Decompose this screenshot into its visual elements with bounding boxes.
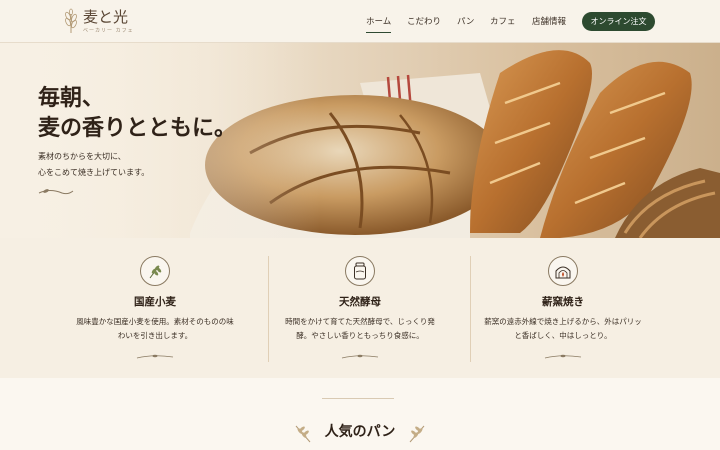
wheat-icon: [409, 425, 425, 443]
feature-desc-line1: 時間をかけて育てた天然酵母で、じっくり発: [285, 317, 435, 326]
jar-icon: [345, 256, 375, 286]
nav-item-cafe[interactable]: カフェ: [490, 15, 516, 27]
nav-item-kodawari[interactable]: こだわり: [407, 15, 441, 27]
logo[interactable]: 麦と光 ベーカリー カフェ: [62, 8, 134, 34]
leaf-ornament-icon: [136, 354, 174, 359]
leaf-ornament-icon: [341, 354, 379, 359]
feature-desc-line1: 薪窯の遠赤外線で焼き上げるから、外はパリッ: [484, 317, 642, 326]
feature-title: 薪窯焼き: [542, 296, 584, 308]
section-divider: [322, 398, 394, 399]
feature-card-oven: 薪窯焼き 薪窯の遠赤外線で焼き上げるから、外はパリッ と香ばしく、中はしっとり。: [463, 256, 663, 365]
brand-tagline: ベーカリー カフェ: [83, 27, 134, 34]
feature-card-yeast: 天然酵母 時間をかけて育てた天然酵母で、じっくり発 酵。やさしい香りともっちり食…: [260, 256, 460, 365]
feature-desc-line2: 酵。やさしい香りともっちり食感に。: [296, 331, 424, 340]
hero-desc-line2: 心をこめて焼き上げています。: [38, 168, 150, 177]
hero-desc-line1: 素材のちからを大切に、: [38, 152, 126, 161]
features-section: 国産小麦 風味豊かな国産小麦を使用。素材そのものの味 わいを引き出します。 天然…: [0, 238, 720, 378]
hero-copy: 毎朝、 麦の香りとともに。 素材のちからを大切に、 心をこめて焼き上げています。: [38, 83, 236, 181]
feature-card-wheat: 国産小麦 風味豊かな国産小麦を使用。素材そのものの味 わいを引き出します。: [55, 256, 255, 365]
feature-desc-line2: わいを引き出します。: [117, 331, 193, 340]
wheat-logo-icon: [65, 8, 77, 33]
feature-desc-line1: 風味豊かな国産小麦を使用。素材そのものの味: [76, 317, 234, 326]
hero-title-line2: 麦の香りとともに。: [38, 115, 237, 141]
nav-item-store-info[interactable]: 店舗情報: [532, 15, 566, 27]
hero-title-line1: 毎朝、: [38, 85, 105, 111]
popular-section: 人気のパン: [0, 378, 720, 450]
leaf-ornament-icon: [544, 354, 582, 359]
feature-title: 天然酵母: [339, 296, 381, 308]
online-order-button[interactable]: オンライン注文: [582, 12, 655, 31]
nav-item-home[interactable]: ホーム: [366, 15, 392, 33]
feature-desc-line2: と香ばしく、中はしっとり。: [514, 331, 612, 340]
wheat-icon: [140, 256, 170, 286]
leaf-ornament-icon: [38, 189, 74, 195]
nav-item-bread[interactable]: パン: [457, 15, 474, 27]
brand-name: 麦と光: [83, 7, 129, 26]
hero-section: 毎朝、 麦の香りとともに。 素材のちからを大切に、 心をこめて焼き上げています。: [0, 43, 720, 238]
oven-icon: [548, 256, 578, 286]
feature-title: 国産小麦: [134, 296, 176, 308]
site-header: 麦と光 ベーカリー カフェ ホーム こだわり パン カフェ 店舗情報 オンライン…: [0, 0, 720, 43]
section-title: 人気のパン: [324, 424, 396, 440]
